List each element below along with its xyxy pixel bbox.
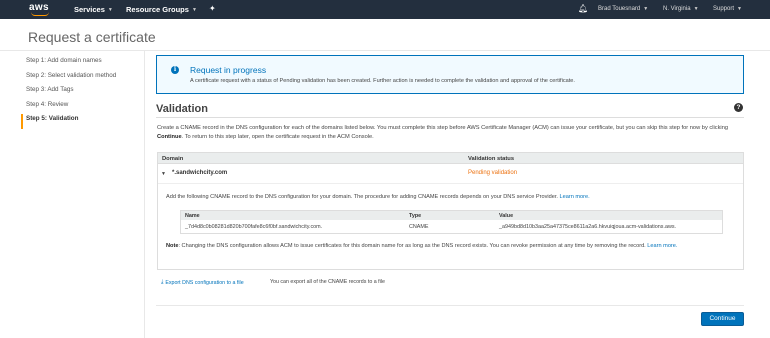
- sidebar-divider: [144, 51, 145, 338]
- cname-table-header: Name Type Value: [181, 211, 722, 220]
- bell-icon[interactable]: 🔔︎: [578, 4, 588, 13]
- cname-record-row: _7d4d8c0b08281d820b700fafe8c6f0bf.sandwi…: [181, 222, 722, 232]
- step-3[interactable]: Step 3: Add Tags: [26, 85, 116, 100]
- note-learn-more-link[interactable]: Learn more.: [647, 243, 677, 249]
- download-icon: ⤓: [161, 279, 164, 285]
- region-name: N. Virginia: [663, 6, 691, 12]
- chevron-down-icon: ▼: [107, 6, 113, 13]
- col-value: Value: [499, 213, 514, 219]
- help-icon[interactable]: ?: [734, 103, 743, 112]
- info-text: A certificate request with a status of P…: [190, 78, 575, 84]
- chevron-down-icon: ▼: [737, 6, 742, 12]
- col-name: Name: [185, 213, 200, 219]
- aws-logo[interactable]: aws: [28, 2, 54, 17]
- step-2[interactable]: Step 2: Select validation method: [26, 71, 116, 86]
- table-row[interactable]: ▼ *.sandwichcity.com Pending validation: [158, 164, 743, 184]
- aws-smile-icon: [31, 12, 49, 16]
- continue-button[interactable]: Continue: [701, 312, 744, 326]
- pin-icon[interactable]: ✦: [209, 4, 216, 13]
- domain-table-header: Domain Validation status: [157, 152, 744, 164]
- footer-divider: [156, 305, 744, 306]
- region-menu[interactable]: N. Virginia ▼: [663, 6, 699, 12]
- step-1[interactable]: Step 1: Add domain names: [26, 56, 116, 71]
- cname-instructions: Add the following CNAME record to the DN…: [166, 194, 590, 200]
- resource-groups-menu[interactable]: Resource Groups ▼: [126, 5, 197, 14]
- info-alert: i Request in progress A certificate requ…: [156, 55, 744, 94]
- section-divider: [156, 117, 744, 118]
- status-badge: Pending validation: [468, 170, 518, 176]
- info-title: Request in progress: [190, 65, 267, 75]
- support-menu[interactable]: Support ▼: [713, 6, 742, 12]
- dns-note: Note: Changing the DNS configuration all…: [166, 243, 678, 249]
- cname-record-table: Name Type Value _7d4d8c0b08281d820b700fa…: [180, 210, 723, 234]
- col-validation-status: Validation status: [468, 156, 515, 162]
- support-label: Support: [713, 6, 735, 12]
- col-domain: Domain: [162, 156, 184, 162]
- chevron-down-icon: ▼: [191, 6, 197, 13]
- services-label: Services: [74, 5, 105, 14]
- export-help-text: You can export all of the CNAME records …: [270, 279, 385, 285]
- page-title: Request a certificate: [28, 29, 156, 45]
- expand-triangle-icon[interactable]: ▼: [161, 171, 166, 177]
- wizard-steps: Step 1: Add domain names Step 2: Select …: [21, 56, 116, 129]
- top-navigation-bar: aws Services ▼ Resource Groups ▼ ✦ 🔔︎ Br…: [0, 0, 770, 19]
- section-title: Validation: [156, 103, 208, 115]
- header-divider: [0, 50, 770, 51]
- cname-name[interactable]: _7d4d8c0b08281d820b700fafe8c6f0bf.sandwi…: [185, 224, 322, 230]
- col-type: Type: [409, 213, 422, 219]
- cname-value[interactable]: _a949bd8d10b3aa25a47375ce8611a2a6.hkvuiq…: [499, 224, 676, 230]
- validation-description: Create a CNAME record in the DNS configu…: [157, 125, 729, 140]
- chevron-down-icon: ▼: [643, 6, 649, 12]
- user-name: Brad Touesnard: [598, 6, 641, 12]
- cname-type: CNAME: [409, 224, 429, 230]
- domain-name: *.sandwichcity.com: [172, 170, 228, 176]
- learn-more-link[interactable]: Learn more.: [560, 194, 590, 200]
- info-icon: i: [171, 66, 179, 74]
- step-4[interactable]: Step 4: Review: [26, 100, 116, 115]
- domain-row-expanded: ▼ *.sandwichcity.com Pending validation …: [157, 164, 744, 270]
- chevron-down-icon: ▼: [693, 6, 699, 12]
- resource-groups-label: Resource Groups: [126, 5, 189, 14]
- user-menu[interactable]: Brad Touesnard ▼: [598, 6, 648, 12]
- step-5-current: Step 5: Validation: [21, 114, 116, 129]
- export-dns-button[interactable]: ⤓ Export DNS configuration to a file: [161, 279, 244, 286]
- services-menu[interactable]: Services ▼: [74, 5, 113, 14]
- export-dns-label: Export DNS configuration to a file: [165, 279, 244, 286]
